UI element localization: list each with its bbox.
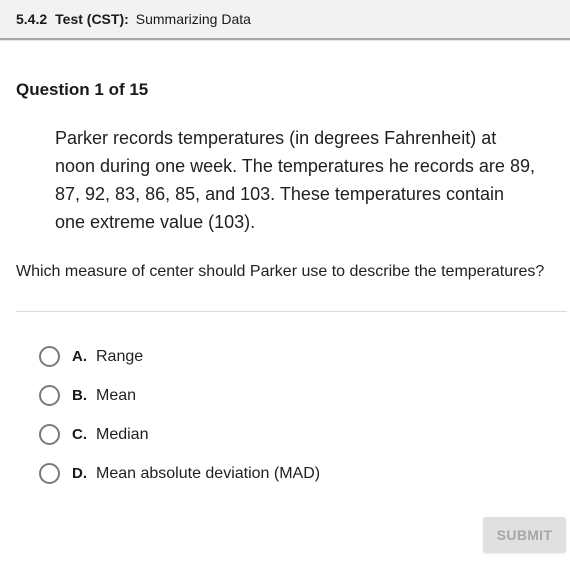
- option-letter: C.: [72, 426, 87, 443]
- divider: [16, 311, 567, 312]
- submit-button[interactable]: SUBMIT: [483, 517, 566, 553]
- option-a[interactable]: A. Range: [39, 337, 320, 376]
- test-label: Test (CST):: [55, 11, 129, 27]
- option-b[interactable]: B. Mean: [39, 376, 320, 415]
- test-title: Summarizing Data: [135, 11, 251, 27]
- option-text: Range: [96, 347, 144, 365]
- lesson-code: 5.4.2: [16, 11, 48, 27]
- option-d[interactable]: D. Mean absolute deviation (MAD): [39, 454, 320, 493]
- option-text: Mean: [96, 386, 137, 404]
- option-text: Mean absolute deviation (MAD): [96, 464, 321, 482]
- option-letter: B.: [72, 387, 87, 404]
- radio-button-icon[interactable]: [39, 385, 60, 406]
- radio-button-icon[interactable]: [39, 424, 60, 445]
- option-letter: A.: [72, 348, 87, 365]
- radio-button-icon[interactable]: [39, 346, 60, 367]
- option-c[interactable]: C. Median: [39, 415, 320, 454]
- option-letter: D.: [72, 465, 87, 482]
- question-prompt: Which measure of center should Parker us…: [16, 263, 545, 280]
- option-text: Median: [96, 425, 149, 443]
- test-header: 5.4.2 Test (CST): Summarizing Data: [0, 0, 570, 40]
- answer-options: A. Range B. Mean C. Median D. Mean absol…: [39, 337, 320, 493]
- radio-button-icon[interactable]: [39, 463, 60, 484]
- question-number: Question 1 of 15: [16, 80, 149, 99]
- question-passage: Parker records temperatures (in degrees …: [55, 128, 535, 232]
